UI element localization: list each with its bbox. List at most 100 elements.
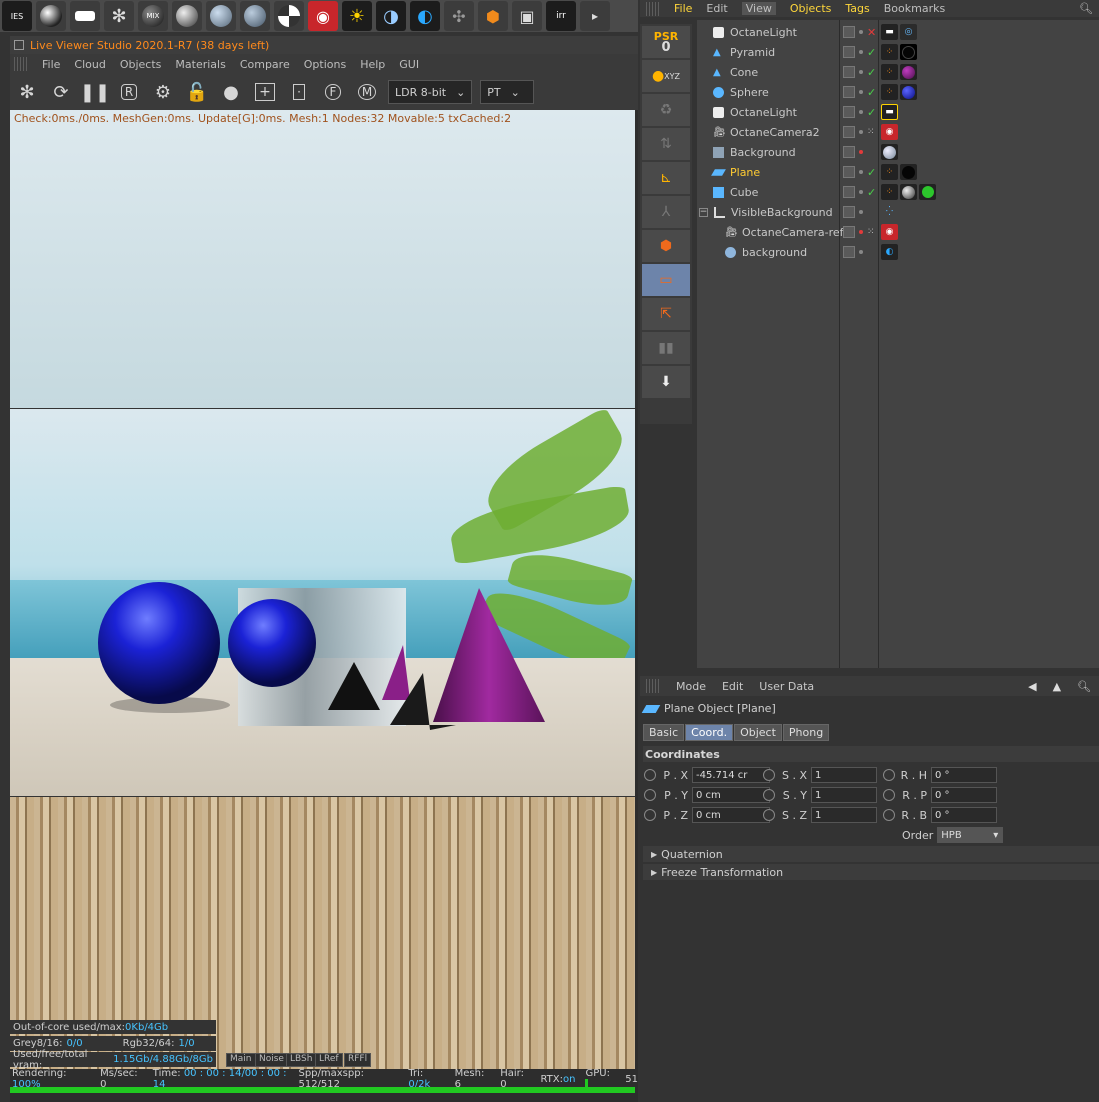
- search-icon[interactable]: 🔍︎: [1077, 680, 1091, 693]
- diffuse-material-button[interactable]: [240, 1, 270, 31]
- material-tag-icon[interactable]: [900, 184, 917, 200]
- viewer-menu-options[interactable]: Options: [304, 58, 346, 71]
- camera-tag-icon[interactable]: ◉: [881, 224, 898, 240]
- glossy-material-button[interactable]: [172, 1, 202, 31]
- om-menu-edit[interactable]: Edit: [706, 2, 727, 15]
- render-view[interactable]: Check:0ms./0ms. MeshGen:0ms. Update[G]:0…: [10, 110, 635, 1070]
- tone-mode-select[interactable]: LDR 8-bit ⌄: [388, 80, 473, 104]
- object-row[interactable]: Sphere ✓ ⁘: [697, 82, 1099, 102]
- object-row[interactable]: ▲ Pyramid ✓ ⁘: [697, 42, 1099, 62]
- layer-icon[interactable]: [843, 226, 855, 238]
- checker-texture-button[interactable]: [274, 1, 304, 31]
- layer-icon[interactable]: [843, 126, 855, 138]
- pass-noise-button[interactable]: Noise: [255, 1053, 288, 1067]
- grip-icon[interactable]: [14, 57, 28, 71]
- material-picker-button[interactable]: ●: [218, 79, 244, 105]
- om-menu-objects[interactable]: Objects: [790, 2, 832, 15]
- object-row[interactable]: background ◐: [697, 242, 1099, 262]
- area-light-button[interactable]: [70, 1, 100, 31]
- enabled-check-icon[interactable]: ✓: [867, 166, 876, 179]
- visibility-dot-icon[interactable]: [859, 250, 863, 254]
- viewer-menu-objects[interactable]: Objects: [120, 58, 162, 71]
- lock-button[interactable]: 🔓: [184, 79, 210, 105]
- enabled-check-icon[interactable]: ✓: [867, 106, 876, 119]
- px-keyframe-radio[interactable]: [644, 769, 656, 781]
- search-icon[interactable]: 🔍︎: [1079, 2, 1093, 15]
- object-row[interactable]: Plane ✓ ⁘: [697, 162, 1099, 182]
- layer-icon[interactable]: [843, 146, 855, 158]
- download-button[interactable]: ⬇: [642, 366, 690, 398]
- settings-button[interactable]: ⚙: [150, 79, 176, 105]
- scatter-button[interactable]: ✣: [444, 1, 474, 31]
- psr-button[interactable]: PSR 0: [642, 26, 690, 58]
- enabled-check-icon[interactable]: ✓: [867, 86, 876, 99]
- material-tag-icon[interactable]: [900, 164, 917, 180]
- grip-icon[interactable]: [646, 679, 660, 693]
- more-button[interactable]: ▸: [580, 1, 610, 31]
- rh-keyframe-radio[interactable]: [883, 769, 895, 781]
- rb-keyframe-radio[interactable]: [883, 809, 895, 821]
- octane-camera-button[interactable]: ◉: [308, 1, 338, 31]
- object-row[interactable]: 🎥︎ OctaneCamera2 ⁙ ◉: [697, 122, 1099, 142]
- pass-rffl-button[interactable]: RFFl: [344, 1053, 372, 1067]
- material-tag-icon[interactable]: [919, 184, 936, 200]
- object-row[interactable]: 🎥︎ OctaneCamera-ref ⁙ ◉: [697, 222, 1099, 242]
- object-row[interactable]: OctaneLight ✕ ▬ ◎: [697, 22, 1099, 42]
- sx-keyframe-radio[interactable]: [763, 769, 775, 781]
- am-menu-mode[interactable]: Mode: [676, 680, 706, 693]
- viewer-menu-materials[interactable]: Materials: [175, 58, 225, 71]
- am-menu-edit[interactable]: Edit: [722, 680, 743, 693]
- folder-view-button[interactable]: ▭: [642, 264, 690, 296]
- white-balance-button[interactable]: ·: [286, 79, 312, 105]
- mix-material-button[interactable]: MIX: [138, 1, 168, 31]
- object-row[interactable]: Cube ✓ ⁘: [697, 182, 1099, 202]
- drop-to-floor-button[interactable]: ⬢: [642, 230, 690, 262]
- visibility-dot-icon[interactable]: [859, 30, 863, 34]
- up-arrow-icon[interactable]: ▲: [1053, 680, 1061, 693]
- visibility-dot-icon[interactable]: [859, 50, 863, 54]
- om-menu-file[interactable]: File: [674, 2, 692, 15]
- enabled-check-icon[interactable]: ✓: [867, 186, 876, 199]
- kernel-select[interactable]: PT ⌄: [480, 80, 535, 104]
- phong-tag-icon[interactable]: ⁘: [881, 44, 898, 60]
- enabled-check-icon[interactable]: ✓: [867, 46, 876, 59]
- layer-icon[interactable]: [843, 46, 855, 58]
- camera-aperture-button[interactable]: ✻: [104, 1, 134, 31]
- viewer-menu-cloud[interactable]: Cloud: [74, 58, 105, 71]
- stats-button[interactable]: ▮▮: [642, 332, 690, 364]
- order-select[interactable]: HPB ▾: [937, 827, 1004, 843]
- visibility-dot-icon[interactable]: [859, 150, 863, 154]
- ies-light-button[interactable]: IES: [2, 1, 32, 31]
- axis-zero-button[interactable]: ⊾: [642, 162, 690, 194]
- layer-icon[interactable]: [843, 86, 855, 98]
- quaternion-group[interactable]: ▶ Quaternion: [643, 846, 1099, 862]
- spot-light-button[interactable]: [36, 1, 66, 31]
- sx-input[interactable]: 1: [811, 767, 877, 783]
- recycle-button[interactable]: ♻: [642, 94, 690, 126]
- rp-input[interactable]: 0 °: [931, 787, 997, 803]
- sz-keyframe-radio[interactable]: [763, 809, 775, 821]
- layer-icon[interactable]: [843, 26, 855, 38]
- phong-tag-icon[interactable]: ⁘: [881, 164, 898, 180]
- phong-tag-icon[interactable]: ⁘: [881, 64, 898, 80]
- rh-input[interactable]: 0 °: [931, 767, 997, 783]
- dotted-tag-icon[interactable]: ⁛: [881, 204, 898, 220]
- tab-object[interactable]: Object: [734, 724, 782, 741]
- pass-lref-button[interactable]: LRef: [315, 1053, 343, 1067]
- pz-keyframe-radio[interactable]: [644, 809, 656, 821]
- back-arrow-icon[interactable]: ◀: [1028, 680, 1036, 693]
- py-keyframe-radio[interactable]: [644, 789, 656, 801]
- light-tag-icon[interactable]: ▬: [881, 104, 898, 120]
- object-row[interactable]: OctaneLight ✓ ▬: [697, 102, 1099, 122]
- enabled-check-icon[interactable]: ✓: [867, 66, 876, 79]
- visibility-dot-icon[interactable]: [859, 110, 863, 114]
- om-menu-tags[interactable]: Tags: [845, 2, 869, 15]
- viewer-menu-gui[interactable]: GUI: [399, 58, 419, 71]
- rb-input[interactable]: 0 °: [931, 807, 997, 823]
- layer-icon[interactable]: [843, 246, 855, 258]
- checker-flag-icon[interactable]: ⁙: [867, 227, 875, 237]
- viewer-menu-help[interactable]: Help: [360, 58, 385, 71]
- phong-tag-icon[interactable]: ⁘: [881, 84, 898, 100]
- layer-icon[interactable]: [843, 206, 855, 218]
- restart-render-button[interactable]: ⟳: [48, 79, 74, 105]
